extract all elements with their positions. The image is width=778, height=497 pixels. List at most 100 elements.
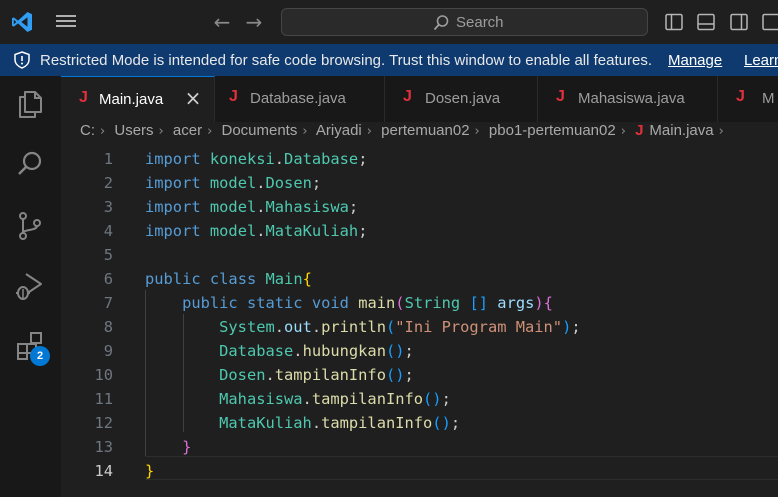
code-token: Dosen [219, 366, 266, 384]
customize-layout-icon[interactable] [761, 12, 778, 32]
tab-mahasiswa-java[interactable]: J Mahasiswa.java [538, 76, 718, 122]
search-view-icon[interactable] [14, 148, 46, 180]
toggle-panel-icon[interactable] [696, 12, 716, 32]
toggle-primary-sidebar-icon[interactable] [664, 12, 684, 32]
line-number: 12 [94, 414, 113, 432]
extensions-badge: 2 [30, 346, 50, 366]
line-number: 1 [103, 150, 113, 168]
run-and-debug-icon[interactable] [14, 270, 46, 302]
code-token: out [284, 318, 312, 336]
command-center-search[interactable]: Search [281, 8, 648, 36]
tab-matakuliah-java[interactable]: J M [718, 76, 778, 122]
code-token: ( [395, 294, 405, 312]
code-token: println [321, 318, 386, 336]
code-token: ; [358, 222, 368, 240]
code-token: ) [562, 318, 572, 336]
code-token: MataKuliah [265, 222, 359, 240]
java-file-icon: J [229, 88, 238, 105]
code-token: () [385, 366, 405, 384]
java-file-icon: J [736, 88, 745, 105]
breadcrumb-item[interactable]: Documents [221, 122, 297, 139]
code-token: . [311, 318, 322, 336]
tab-database-java[interactable]: J Database.java [215, 76, 385, 122]
code-token: ; [358, 150, 368, 168]
manage-link[interactable]: Manage [668, 52, 722, 69]
hamburger-menu-icon[interactable] [56, 12, 78, 32]
chevron-right-icon: › [474, 124, 480, 139]
code-token: . [274, 318, 285, 336]
line-number: 7 [103, 294, 113, 312]
code-line: import model.Mahasiswa; [145, 195, 358, 219]
code-token: . [265, 366, 275, 384]
code-token: Mahasiswa [265, 198, 349, 216]
code-token: Database [284, 150, 359, 168]
code-line: import model.Dosen; [145, 171, 321, 195]
line-number: 3 [103, 198, 113, 216]
chevron-right-icon: › [302, 124, 308, 139]
code-token: ; [441, 390, 451, 408]
code-token: { [302, 270, 312, 288]
code-token: ) [534, 294, 544, 312]
source-control-icon[interactable] [14, 210, 46, 242]
code-line: public static void main(String [] args){ [145, 291, 553, 315]
code-token: . [302, 390, 312, 408]
code-token: public [145, 270, 201, 288]
code-token: . [274, 150, 285, 168]
banner-message: Restricted Mode is intended for safe cod… [40, 52, 652, 69]
code-token: . [311, 414, 322, 432]
shield-icon [14, 51, 30, 69]
code-line: public class Main{ [145, 267, 312, 291]
code-line: } [145, 459, 154, 483]
breadcrumb-item[interactable]: pertemuan02 [381, 122, 469, 139]
code-token: . [256, 222, 266, 240]
code-token: () [423, 390, 442, 408]
learn-more-link[interactable]: Learn [744, 52, 778, 69]
code-token: ; [348, 198, 359, 216]
breadcrumb-item[interactable]: acer [173, 122, 202, 139]
forward-arrow-icon[interactable]: → [243, 11, 265, 33]
code-line: import koneksi.Database; [145, 147, 367, 171]
code-token: ; [404, 366, 414, 384]
breadcrumb-item[interactable]: Ariyadi [316, 122, 362, 139]
explorer-icon[interactable] [14, 88, 46, 120]
code-token: model [209, 198, 257, 216]
code-line: } [145, 435, 191, 459]
code-token: ; [571, 318, 581, 336]
line-number: 5 [103, 246, 113, 264]
line-number: 14 [94, 462, 113, 480]
search-placeholder: Search [456, 14, 504, 31]
code-token: ( [386, 318, 396, 336]
breadcrumb-item-file[interactable]: Main.java [649, 122, 713, 139]
code-token: hubungkan [302, 342, 386, 360]
line-number: 10 [94, 366, 113, 384]
code-token: } [182, 438, 192, 456]
code-line: Dosen.tampilanInfo(); [145, 363, 414, 387]
code-token: ; [450, 414, 461, 432]
line-number: 11 [94, 390, 113, 408]
java-file-icon: J [635, 122, 644, 139]
code-token: . [256, 198, 266, 216]
breadcrumb-item[interactable]: Users [114, 122, 153, 139]
close-icon[interactable]: × [183, 88, 203, 108]
code-editor[interactable]: 1 2 3 4 5 6 7 8 9 10 11 12 13 14 import koneksi.Datab… [61, 146, 778, 497]
toggle-secondary-sidebar-icon[interactable] [729, 12, 749, 32]
code-token: Database [219, 342, 294, 360]
code-token: static [246, 294, 303, 312]
editor-tabs: J Main.java × J Database.java J Dosen.ja… [61, 76, 778, 122]
tab-main-java[interactable]: J Main.java × [61, 76, 215, 122]
current-line-highlight [145, 456, 778, 480]
chevron-right-icon: › [620, 124, 626, 139]
activity-bar: 2 [0, 76, 61, 497]
code-token: tampilanInfo [274, 366, 386, 384]
breadcrumb-item[interactable]: C: [80, 122, 95, 139]
tab-dosen-java[interactable]: J Dosen.java [385, 76, 538, 122]
code-token: Main [265, 270, 303, 288]
breadcrumb-item[interactable]: pbo1-pertemuan02 [489, 122, 616, 139]
title-bar: ← → Search [0, 0, 778, 44]
back-arrow-icon[interactable]: ← [211, 11, 233, 33]
